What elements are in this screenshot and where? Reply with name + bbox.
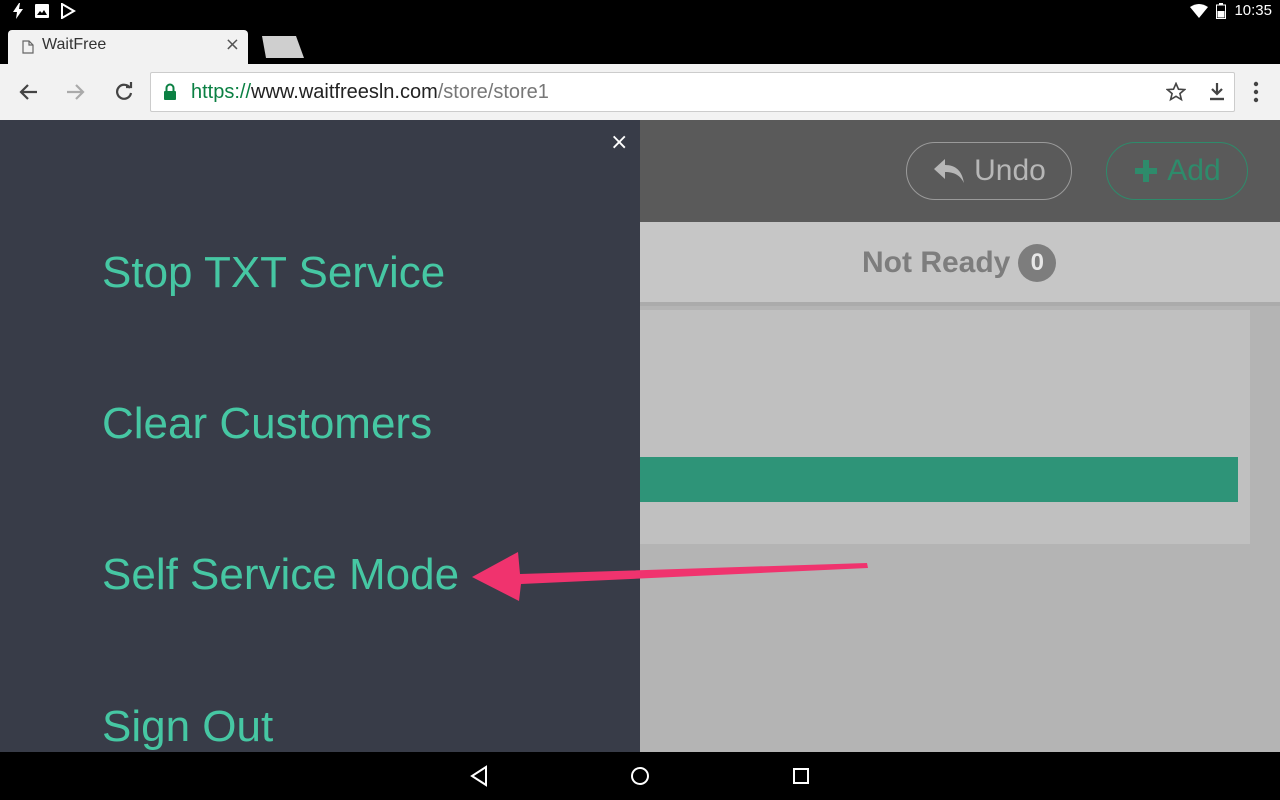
nav-recents-icon[interactable] (789, 764, 813, 788)
back-arrow-icon (19, 84, 37, 100)
tab-close-icon[interactable]: × (225, 34, 240, 55)
battery-icon (1216, 2, 1227, 19)
new-tab-button[interactable] (258, 36, 304, 58)
lock-icon (164, 83, 176, 100)
url-separator: :// (234, 81, 252, 103)
reload-button[interactable] (110, 78, 138, 106)
address-bar[interactable]: https://www.waitfreesln.com/store/store1 (150, 72, 1235, 112)
not-ready-count-badge: 0 (1018, 244, 1057, 282)
status-left-icons (12, 3, 76, 19)
page-icon (22, 40, 34, 54)
back-button[interactable] (14, 78, 42, 106)
drawer-close-icon[interactable]: × (610, 130, 628, 155)
url-path: /store/store1 (437, 81, 549, 103)
forward-arrow-icon (67, 84, 85, 100)
tab-title: WaitFree (42, 36, 107, 53)
bookmark-star-icon[interactable] (1166, 82, 1186, 102)
add-button[interactable]: Add (1106, 142, 1248, 200)
undo-label: Undo (974, 154, 1046, 187)
url-host: www.waitfreesln.com (251, 81, 438, 103)
menu-item-clear-customers[interactable]: Clear Customers (102, 399, 432, 449)
plus-icon (1135, 160, 1158, 182)
download-icon[interactable] (1208, 82, 1226, 102)
tab-not-ready[interactable]: Not Ready 0 (862, 244, 1057, 282)
browser-tab[interactable]: WaitFree × (8, 30, 248, 64)
url-scheme: https (191, 81, 235, 103)
status-time: 10:35 (1234, 2, 1272, 19)
not-ready-label: Not Ready (862, 246, 1011, 279)
browser-toolbar: https://www.waitfreesln.com/store/store1 (0, 64, 1280, 120)
menu-item-stop-txt-service[interactable]: Stop TXT Service (102, 248, 445, 298)
play-store-icon (61, 3, 76, 19)
url-text: https://www.waitfreesln.com/store/store1 (191, 81, 549, 104)
status-right: 10:35 (1190, 2, 1272, 19)
menu-item-self-service-mode[interactable]: Self Service Mode (102, 550, 459, 600)
status-bar: 10:35 (0, 0, 1280, 24)
tab-strip: WaitFree × (0, 24, 1280, 64)
lightning-icon (13, 3, 23, 19)
add-label: Add (1167, 154, 1221, 187)
reload-icon (116, 82, 133, 100)
forward-button[interactable] (62, 78, 90, 106)
wifi-icon (1190, 3, 1209, 18)
undo-icon (934, 159, 965, 183)
image-icon (35, 4, 49, 18)
overflow-menu-icon[interactable] (1246, 78, 1266, 106)
android-nav-bar (0, 752, 1280, 800)
nav-home-icon[interactable] (628, 764, 652, 788)
side-drawer: × Stop TXT Service Clear Customers Self … (0, 120, 640, 752)
undo-button[interactable]: Undo (906, 142, 1072, 200)
nav-back-icon[interactable] (467, 764, 491, 788)
menu-item-sign-out[interactable]: Sign Out (102, 702, 273, 752)
